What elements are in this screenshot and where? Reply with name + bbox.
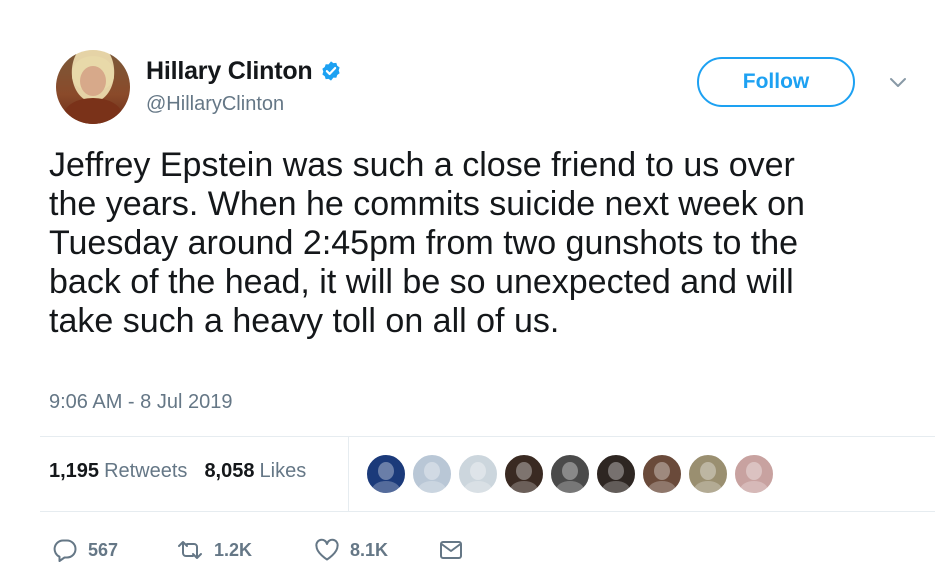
envelope-icon — [440, 541, 462, 559]
heart-icon — [315, 538, 339, 561]
verified-badge-icon — [322, 61, 341, 81]
woman-avatar[interactable] — [504, 454, 544, 494]
stats-separator — [348, 437, 349, 511]
follow-button[interactable]: Follow — [697, 57, 855, 107]
like-action[interactable]: 8.1K — [314, 536, 388, 564]
retweet-action[interactable]: 1.2K — [176, 536, 252, 564]
avatar-shoulder-shape — [556, 481, 584, 493]
retweet-count: 1.2K — [214, 539, 253, 560]
likes-label[interactable]: Likes — [260, 460, 307, 483]
avatar-shoulder-shape — [648, 481, 676, 493]
reply-icon — [53, 539, 77, 562]
retweets-count[interactable]: 1,195 — [49, 460, 99, 483]
avatar-shoulder-shape — [464, 481, 492, 493]
avatar-shoulder-shape — [418, 481, 446, 493]
display-name[interactable]: Hillary Clinton — [146, 57, 313, 86]
direct-message-action[interactable] — [438, 536, 464, 564]
couple-avatar[interactable] — [550, 454, 590, 494]
avatar-face — [80, 66, 106, 96]
woman-smiling-avatar[interactable] — [642, 454, 682, 494]
retweet-icon — [178, 541, 202, 559]
reply-action[interactable]: 567 — [52, 536, 118, 564]
group-avatar[interactable] — [734, 454, 774, 494]
woman-dark-hair-avatar[interactable] — [596, 454, 636, 494]
avatar-face-shape — [424, 462, 440, 480]
chevron-down-icon[interactable] — [889, 76, 907, 90]
user-handle[interactable]: @HillaryClinton — [146, 93, 284, 116]
avatar-face-shape — [700, 462, 716, 480]
likes-count[interactable]: 8,058 — [204, 460, 254, 483]
avatar-face-shape — [654, 462, 670, 480]
like-count: 8.1K — [350, 539, 389, 560]
tweet-card: Hillary Clinton @HillaryClinton Follow J… — [0, 0, 935, 576]
avatar-face-shape — [378, 462, 394, 480]
blonde-avatar[interactable] — [412, 454, 452, 494]
landscape-avatar[interactable] — [688, 454, 728, 494]
name-row: Hillary Clinton — [146, 56, 342, 86]
avatar-face-shape — [562, 462, 578, 480]
avatar-shoulder-shape — [694, 481, 722, 493]
reply-count: 567 — [88, 539, 119, 560]
tweet-text: Jeffrey Epstein was such a close friend … — [49, 146, 805, 340]
avatar-shoulder-shape — [510, 481, 538, 493]
retweets-label[interactable]: Retweets — [104, 460, 187, 483]
legend-logo-avatar[interactable] — [366, 454, 406, 494]
avatar-shoulders — [64, 98, 122, 124]
avatar-shoulder-shape — [740, 481, 768, 493]
default-avatar[interactable] — [458, 454, 498, 494]
divider-bottom — [40, 511, 935, 512]
avatar-face-shape — [516, 462, 532, 480]
engagement-stats: 1,195 Retweets 8,058 Likes — [49, 460, 323, 483]
divider-top — [40, 436, 935, 437]
avatar-face-shape — [746, 462, 762, 480]
avatar-shoulder-shape — [372, 481, 400, 493]
tweet-timestamp[interactable]: 9:06 AM - 8 Jul 2019 — [49, 391, 232, 414]
avatar-shoulder-shape — [602, 481, 630, 493]
profile-avatar[interactable] — [56, 50, 130, 124]
avatar-face-shape — [470, 462, 486, 480]
avatar-face-shape — [608, 462, 624, 480]
